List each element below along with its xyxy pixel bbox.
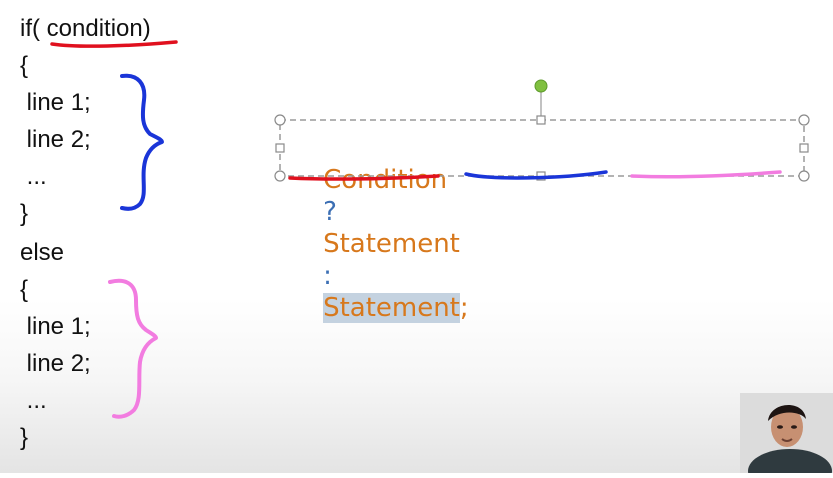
pink-curly-brace xyxy=(108,278,158,419)
code-line-close-brace-b: } xyxy=(20,424,29,451)
code-line-open-brace: { xyxy=(20,52,29,79)
code-line-line-2: line 2; xyxy=(20,126,91,153)
code-line-ellipsis-b: ... xyxy=(20,387,47,414)
ternary-colon: : xyxy=(323,261,332,291)
rotate-handle-icon[interactable] xyxy=(534,79,548,93)
ternary-semicolon: ; xyxy=(459,293,469,323)
ternary-statement-true: Statement xyxy=(323,229,460,259)
ternary-text[interactable]: Condition ? Statement : Statement; xyxy=(290,132,469,356)
ternary-question-mark: ? xyxy=(323,197,337,227)
presenter-webcam-icon xyxy=(740,393,833,478)
code-line-line-1-b: line 1; xyxy=(20,313,91,340)
code-line-line-1: line 1; xyxy=(20,89,91,116)
code-line-if: if( condition) xyxy=(20,15,151,42)
ternary-condition: Condition xyxy=(323,165,448,195)
code-line-open-brace-2: { xyxy=(20,276,29,303)
code-line-ellipsis: ... xyxy=(20,163,47,190)
code-line-line-2-b: line 2; xyxy=(20,350,91,377)
code-line-else: else xyxy=(20,239,65,266)
blue-curly-brace xyxy=(120,73,164,211)
ternary-statement-false: Statement xyxy=(323,293,460,323)
ternary-textbox[interactable]: Condition ? Statement : Statement; xyxy=(280,120,804,323)
code-line-close-brace: } xyxy=(20,200,29,227)
